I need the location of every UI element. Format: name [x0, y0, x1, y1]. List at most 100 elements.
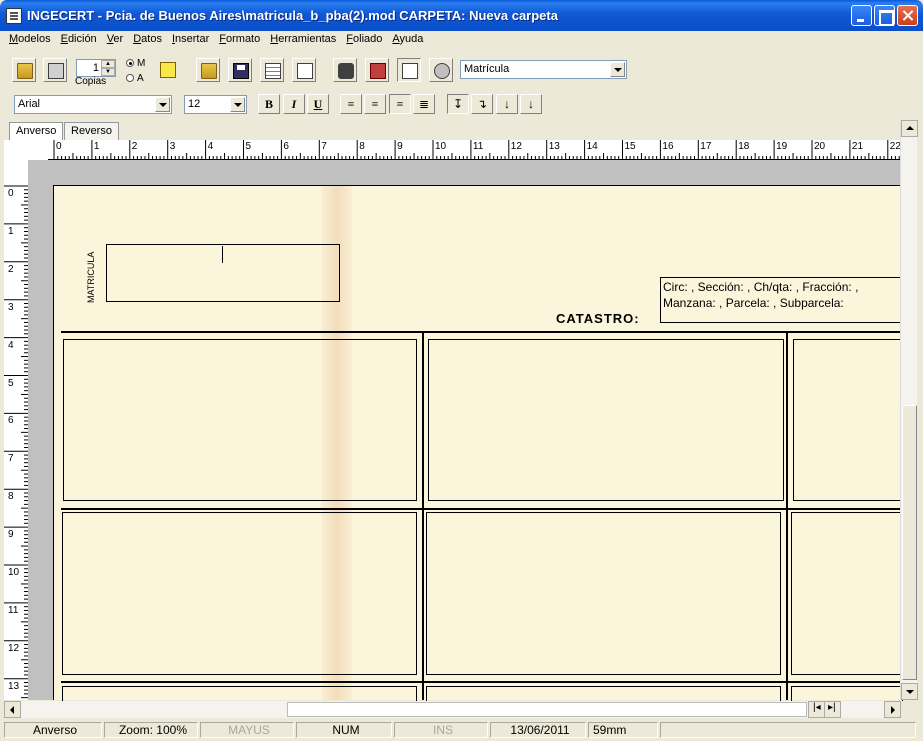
cell-box[interactable] [793, 339, 903, 501]
ruler-label: 0 [8, 188, 14, 199]
model-select[interactable]: Matrícula [460, 60, 627, 79]
copies-stepper[interactable]: 1 ▲ ▼ [76, 59, 116, 77]
radio-a[interactable]: A [126, 73, 144, 84]
ruler-label: 1 [93, 141, 100, 152]
scroll-right-button[interactable] [884, 701, 901, 718]
new-document-icon [297, 63, 313, 79]
catastro-line-1: Circ: , Sección: , Ch/qta: , Fracción: , [663, 280, 859, 294]
tab-reverso[interactable]: Reverso [64, 122, 119, 140]
scroll-left-button[interactable] [4, 701, 21, 718]
printer-settings-button[interactable] [260, 58, 284, 82]
vruler-top [4, 160, 28, 182]
status-mayus: MAYUS [200, 722, 294, 738]
ruler-label: 6 [8, 415, 14, 427]
align-left-button[interactable]: ≡ [340, 94, 362, 114]
title-bar[interactable]: INGECERT - Pcia. de Buenos Aires\matricu… [0, 0, 923, 31]
menu-foliado[interactable]: Foliado [341, 31, 387, 49]
menu-modelos[interactable]: Modelos [4, 31, 56, 49]
menu-ayuda[interactable]: Ayuda [387, 31, 428, 49]
print-button[interactable] [43, 58, 67, 82]
horizontal-scroll-thumb[interactable] [287, 702, 807, 717]
cell-box[interactable] [426, 512, 781, 675]
chevron-down-icon[interactable] [155, 97, 170, 112]
ruler-icon [160, 62, 176, 78]
ruler-label: 10 [435, 141, 447, 152]
vertical-scrollbar[interactable] [900, 120, 918, 700]
menu-insertar[interactable]: Insertar [167, 31, 214, 49]
status-position: 59mm [588, 722, 658, 738]
chart-icon [402, 63, 418, 79]
model-select-value: Matrícula [464, 63, 510, 75]
last-page-button[interactable]: ▸| [824, 701, 841, 718]
tab-anverso[interactable]: Anverso [9, 122, 64, 141]
first-page-button[interactable]: |◂ [808, 701, 825, 718]
valign-bottom-button[interactable]: ↓ [496, 94, 518, 114]
horizontal-scrollbar[interactable]: |◂ ▸| [4, 701, 901, 718]
maximize-button[interactable] [874, 5, 895, 26]
valign-down-button[interactable]: ↓ [520, 94, 542, 114]
valign-top-button[interactable]: ↧ [447, 94, 469, 114]
menu-edicion[interactable]: Edición [56, 31, 102, 49]
align-center-button[interactable]: ≡ [389, 94, 411, 114]
radio-m-label: M [137, 58, 146, 69]
ruler-label: 19 [776, 141, 788, 152]
align-center-icon: ≡ [396, 97, 404, 111]
cell-box[interactable] [62, 512, 417, 675]
text-caret [222, 246, 223, 263]
chart-button[interactable] [397, 58, 421, 82]
align-right-button[interactable]: ≡ [364, 94, 386, 114]
new-document-button[interactable] [292, 58, 316, 82]
settings-button[interactable] [429, 58, 453, 82]
ruler-button[interactable] [156, 58, 180, 82]
close-button[interactable] [897, 5, 918, 26]
grid-line [422, 331, 424, 700]
arrow-down-icon: ↓ [528, 97, 534, 111]
underline-button[interactable]: U [307, 94, 329, 114]
align-left-icon: ≡ [347, 97, 355, 111]
ruler-label: 10 [8, 567, 20, 578]
open-button[interactable] [12, 58, 36, 82]
cell-box[interactable] [63, 339, 417, 501]
justify-button[interactable]: ≣ [413, 94, 435, 114]
scroll-down-button[interactable] [901, 683, 918, 700]
vertical-scroll-thumb[interactable] [902, 405, 917, 680]
bold-button[interactable]: B [258, 94, 280, 114]
ruler-label: 11 [8, 604, 19, 616]
chevron-down-icon[interactable] [230, 97, 245, 112]
menu-formato[interactable]: Formato [214, 31, 265, 49]
ruler-label: 22 [889, 141, 900, 152]
minimize-button[interactable] [851, 5, 872, 26]
matricula-field[interactable] [106, 244, 340, 302]
cell-box[interactable] [791, 512, 903, 675]
menu-herramientas[interactable]: Herramientas [265, 31, 341, 49]
catastro-field[interactable]: Circ: , Sección: , Ch/qta: , Fracción: ,… [660, 277, 910, 323]
ruler-label: 0 [56, 141, 62, 152]
menu-ver[interactable]: Ver [102, 31, 129, 49]
grid-line [61, 331, 900, 333]
open-folder-button[interactable] [196, 58, 220, 82]
cell-box[interactable] [428, 339, 784, 501]
app-icon[interactable] [6, 8, 22, 24]
radio-m[interactable]: M [126, 58, 145, 69]
valign-middle-button[interactable]: ↴ [471, 94, 493, 114]
size-select[interactable]: 12 [184, 95, 247, 114]
menu-datos[interactable]: Datos [128, 31, 167, 49]
ruler-label: 18 [738, 141, 750, 152]
first-page-icon: |◂ [813, 702, 821, 713]
ruler-label: 17 [700, 141, 712, 152]
font-select[interactable]: Arial [14, 95, 172, 114]
size-select-value: 12 [188, 98, 201, 110]
grid-line [786, 331, 788, 700]
copies-up-button[interactable]: ▲ [101, 60, 115, 68]
package-button[interactable] [365, 58, 389, 82]
italic-button[interactable]: I [283, 94, 305, 114]
ruler-label: 12 [510, 141, 522, 152]
open-folder-icon [201, 63, 217, 79]
camera-button[interactable] [333, 58, 357, 82]
scroll-up-button[interactable] [901, 120, 918, 137]
chevron-down-icon[interactable] [610, 62, 625, 77]
copies-down-button[interactable]: ▼ [101, 68, 115, 76]
save-button[interactable] [228, 58, 252, 82]
print-icon [48, 63, 64, 79]
ruler-label: 8 [8, 491, 14, 503]
